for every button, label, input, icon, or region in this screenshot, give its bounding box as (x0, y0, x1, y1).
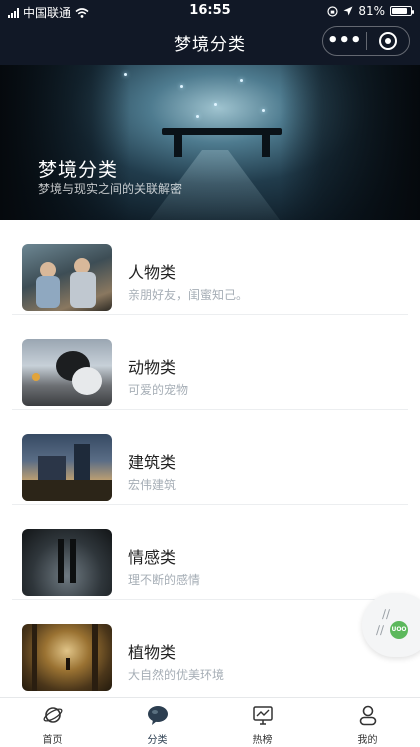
floating-widget[interactable]: ∕∕ ∕∕ UOO (362, 593, 420, 657)
category-title: 建筑类 (128, 453, 177, 472)
more-button[interactable]: ••• (323, 27, 366, 55)
miniprogram-capsule: ••• (322, 26, 410, 56)
chat-bubble-icon (147, 706, 168, 725)
category-item-animals[interactable]: 动物类 可爱的宠物 (12, 315, 408, 410)
people-thumbnail (22, 244, 112, 311)
monitor-chart-icon (252, 706, 273, 725)
tab-home[interactable]: 首页 (0, 698, 105, 747)
status-bar: 中国联通 16:55 81% (0, 0, 420, 22)
building-thumbnail (22, 434, 112, 501)
category-desc: 宏伟建筑 (128, 478, 177, 492)
category-title: 动物类 (128, 358, 177, 377)
rotation-lock-icon (327, 5, 338, 17)
link-icon: ∕∕ (382, 607, 391, 621)
top-bar: 中国联通 16:55 81% 梦境分类 ••• (0, 0, 420, 65)
category-desc: 理不断的感情 (128, 573, 201, 587)
category-item-people[interactable]: 人物类 亲朋好友，闺蜜知己。 (12, 220, 408, 315)
category-title: 植物类 (128, 643, 177, 662)
tab-label: 我的 (357, 735, 378, 746)
category-item-buildings[interactable]: 建筑类 宏伟建筑 (12, 410, 408, 505)
category-desc: 可爱的宠物 (128, 383, 189, 397)
emotion-thumbnail (22, 529, 112, 596)
close-miniprogram-button[interactable] (366, 32, 409, 50)
animal-thumbnail (22, 339, 112, 406)
tab-hot[interactable]: 热榜 (210, 698, 315, 747)
planet-icon (43, 707, 62, 723)
category-item-emotions[interactable]: 情感类 理不断的感情 (12, 505, 408, 600)
banner-title: 梦境分类 (38, 159, 119, 181)
bench-illustration (162, 128, 282, 158)
tab-category[interactable]: 分类 (105, 698, 210, 747)
tab-label: 热榜 (252, 735, 273, 746)
tab-label: 分类 (147, 735, 168, 746)
category-item-plants[interactable]: 植物类 大自然的优美环境 (12, 600, 408, 695)
tab-label: 首页 (42, 735, 63, 746)
category-desc: 大自然的优美环境 (128, 668, 225, 682)
floating-badge: UOO (390, 621, 408, 639)
category-title: 人物类 (128, 263, 177, 282)
target-icon (378, 32, 397, 50)
link-icon: ∕∕ (376, 623, 385, 637)
battery-percent: 81% (358, 4, 385, 18)
tab-mine[interactable]: 我的 (315, 698, 420, 747)
location-icon (343, 6, 353, 16)
user-icon (359, 705, 376, 726)
banner-subtitle: 梦境与现实之间的关联解密 (38, 182, 183, 196)
category-desc: 亲朋好友，闺蜜知己。 (128, 288, 249, 302)
plant-thumbnail (22, 624, 112, 691)
category-title: 情感类 (128, 548, 177, 567)
tab-bar: 首页 分类 热榜 我的 (0, 697, 420, 747)
battery-icon (390, 6, 414, 16)
